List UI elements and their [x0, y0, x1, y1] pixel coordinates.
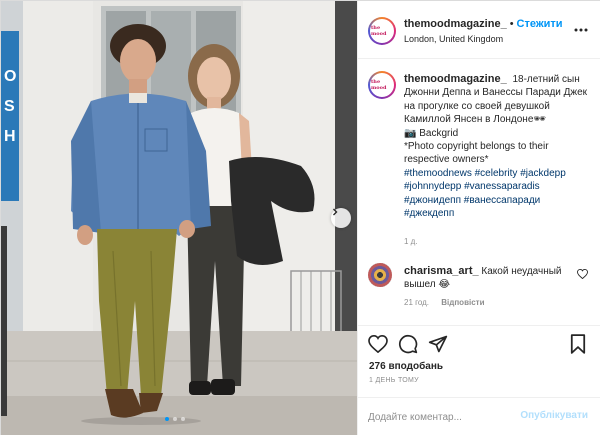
separator-dot: •	[509, 18, 514, 30]
street-photo-illustration: O S H	[1, 1, 357, 435]
post-caption: themoodmagazine_ 18-летний сын Джонни Де…	[404, 73, 590, 220]
post-header: the mood themoodmagazine_ • Стежити London…	[358, 1, 600, 59]
comment-timestamp[interactable]: 21 год.	[404, 298, 429, 307]
svg-text:S: S	[4, 98, 15, 115]
post-photo[interactable]: O S H	[1, 1, 357, 435]
caption-timestamp[interactable]: 1 д.	[404, 237, 418, 246]
hashtag-list: #themoodnews #celebrity #jackdepp #johnn…	[404, 168, 566, 219]
more-options-button[interactable]	[574, 23, 588, 32]
carousel-indicator	[165, 417, 185, 421]
post-location[interactable]: London, United Kingdom	[404, 34, 503, 44]
header-line: themoodmagazine_ • Стежити	[404, 18, 563, 30]
svg-text:O: O	[4, 68, 16, 85]
avatar-image: the mood	[370, 19, 394, 43]
commenter-username[interactable]: charisma_art_	[404, 265, 479, 277]
comment-icon	[398, 334, 418, 354]
avatar[interactable]: the mood	[368, 71, 396, 99]
hashtag-link[interactable]: #джекдепп	[404, 208, 454, 219]
heart-icon	[577, 268, 588, 280]
next-photo-button[interactable]	[331, 208, 351, 228]
comment-meta: 21 год. Відповісти	[404, 298, 485, 307]
heart-icon	[368, 334, 388, 354]
bookmark-icon	[570, 334, 586, 354]
follow-button[interactable]: Стежити	[517, 18, 563, 30]
carousel-dot	[181, 417, 185, 421]
caption-copyright: *Photo copyright belongs to their respec…	[404, 141, 549, 166]
share-button[interactable]	[428, 334, 448, 357]
hashtag-link[interactable]: #ванессапаради	[464, 195, 541, 206]
like-button[interactable]	[368, 334, 388, 356]
hashtag-link[interactable]: #jackdepp	[520, 168, 566, 179]
add-comment-bar: Опублікувати	[358, 397, 600, 435]
reply-button[interactable]: Відповісти	[441, 298, 484, 307]
more-horizontal-icon	[574, 28, 588, 32]
avatar-logo: the mood	[371, 79, 387, 91]
post-actions: 276 вподобань 1 ДЕНЬ ТОМУ	[358, 325, 600, 385]
caption-credit: 📷 Backgrid	[404, 127, 459, 139]
hashtag-link[interactable]: #themoodnews	[404, 168, 472, 179]
comment-input[interactable]	[368, 409, 518, 425]
comment-content: charisma_art_ Какой неудачный вышел 😂	[404, 265, 564, 291]
avatar-logo: the mood	[371, 25, 387, 37]
hashtag-link[interactable]: #celebrity	[475, 168, 518, 179]
post-author-username[interactable]: themoodmagazine_	[404, 18, 507, 30]
avatar-image: the mood	[370, 73, 394, 97]
caption-emoji: 🕶	[533, 114, 547, 126]
comment-like-button[interactable]	[577, 268, 588, 282]
caption-username[interactable]: themoodmagazine_	[404, 73, 507, 85]
chevron-right-icon	[333, 208, 338, 216]
avatar[interactable]: the mood	[368, 17, 396, 45]
carousel-dot	[173, 417, 177, 421]
post-timestamp[interactable]: 1 ДЕНЬ ТОМУ	[369, 377, 419, 384]
hashtag-link[interactable]: #johnnydepp	[404, 181, 461, 192]
hashtag-link[interactable]: #vanessaparadis	[464, 181, 540, 192]
comment-button[interactable]	[398, 334, 418, 357]
svg-text:H: H	[4, 128, 16, 145]
paper-plane-icon	[428, 335, 448, 353]
publish-button[interactable]: Опублікувати	[520, 410, 588, 421]
comment-emoji: 😂	[438, 279, 451, 290]
save-button[interactable]	[570, 334, 586, 357]
hashtag-link[interactable]: #джонидепп	[404, 195, 461, 206]
likes-count[interactable]: 276 вподобань	[369, 361, 443, 372]
commenter-avatar[interactable]	[368, 263, 392, 287]
instagram-post: O S H the mood themoodmagazine_ • Стежит…	[0, 0, 600, 435]
carousel-dot	[165, 417, 169, 421]
post-side-panel: the mood themoodmagazine_ • Стежити London…	[357, 1, 600, 435]
